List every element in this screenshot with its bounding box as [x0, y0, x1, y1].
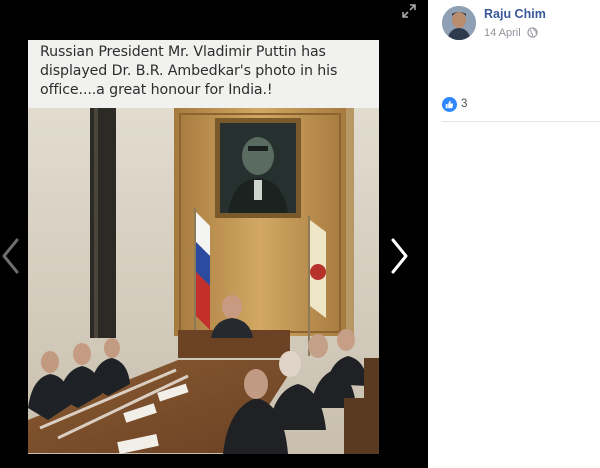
avatar[interactable]	[442, 6, 476, 40]
post-sidebar: Raju Chim 14 April 3	[428, 0, 600, 468]
photo-caption-box: Russian President Mr. Vladimir Puttin ha…	[28, 40, 379, 108]
divider	[442, 121, 600, 122]
expand-icon[interactable]	[402, 4, 416, 18]
meeting-room-scene	[28, 108, 379, 454]
author-name[interactable]: Raju Chim	[484, 7, 546, 21]
post-timestamp[interactable]: 14 April	[484, 27, 521, 39]
post-photo[interactable]: Russian President Mr. Vladimir Puttin ha…	[28, 40, 379, 454]
photo-viewer: Russian President Mr. Vladimir Puttin ha…	[0, 0, 428, 468]
globe-icon	[527, 27, 538, 38]
chevron-right-icon[interactable]	[388, 236, 410, 276]
reaction-count[interactable]: 3	[461, 98, 467, 110]
photo-caption: Russian President Mr. Vladimir Puttin ha…	[40, 44, 338, 98]
like-icon[interactable]	[442, 97, 457, 112]
profile-picture	[442, 6, 476, 40]
chevron-left-icon[interactable]	[0, 236, 22, 276]
